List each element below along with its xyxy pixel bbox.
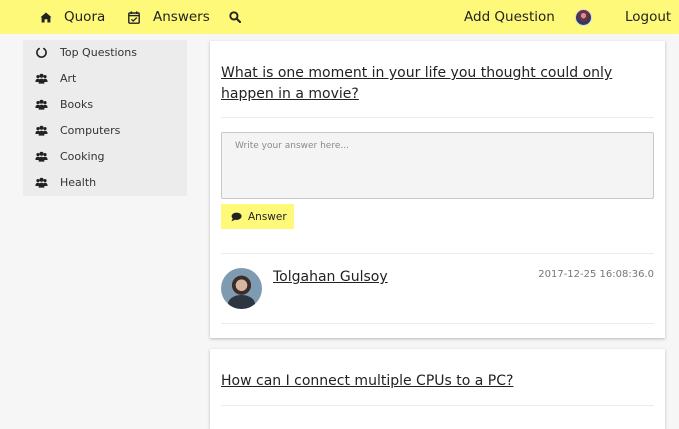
users-icon	[35, 99, 48, 110]
add-question-link[interactable]: Add Question	[464, 0, 555, 34]
question-card: What is one moment in your life you thou…	[210, 41, 665, 338]
nav-answers-link[interactable]: Answers	[128, 0, 210, 34]
answer-input[interactable]	[221, 132, 654, 199]
search-button[interactable]	[229, 0, 241, 34]
users-icon	[35, 73, 48, 84]
users-icon	[35, 177, 48, 188]
circle-notch-icon	[36, 47, 47, 58]
answers-label: Answers	[153, 9, 210, 25]
calendar-check-icon	[128, 10, 140, 24]
sidebar-item-label: Art	[60, 72, 77, 85]
sidebar-item-label: Health	[60, 176, 97, 189]
sidebar-item-top-questions[interactable]: Top Questions	[23, 40, 187, 66]
sidebar-item-art[interactable]: Art	[23, 66, 187, 92]
answer-button-label: Answer	[248, 210, 287, 223]
sidebar-item-health[interactable]: Health	[23, 170, 187, 196]
question-card: How can I connect multiple CPUs to a PC?	[210, 349, 665, 429]
answer-timestamp: 2017-12-25 16:08:36.0	[538, 269, 654, 280]
divider	[221, 405, 654, 406]
users-icon	[35, 151, 48, 162]
logout-link[interactable]: Logout	[625, 0, 671, 34]
author-name-link[interactable]: Tolgahan Gulsoy	[273, 269, 388, 285]
comment-icon	[231, 212, 242, 221]
user-avatar-button[interactable]	[575, 0, 592, 34]
home-icon	[40, 12, 52, 22]
question-title-link[interactable]: How can I connect multiple CPUs to a PC?	[221, 371, 661, 392]
brand-label: Quora	[64, 9, 106, 25]
sidebar-item-label: Books	[60, 98, 94, 111]
sidebar-item-label: Top Questions	[60, 46, 137, 59]
author-avatar[interactable]	[221, 268, 262, 309]
divider	[221, 323, 654, 324]
avatar	[575, 8, 592, 26]
sidebar-item-label: Cooking	[60, 150, 105, 163]
sidebar-item-label: Computers	[60, 124, 121, 137]
sidebar-item-cooking[interactable]: Cooking	[23, 144, 187, 170]
nav-home-link[interactable]: Quora	[40, 0, 105, 34]
add-question-label: Add Question	[464, 9, 555, 25]
logout-label: Logout	[625, 9, 672, 25]
sidebar-item-computers[interactable]: Computers	[23, 118, 187, 144]
search-icon	[229, 11, 241, 23]
answer-button[interactable]: Answer	[221, 204, 294, 229]
sidebar-item-books[interactable]: Books	[23, 92, 187, 118]
users-icon	[35, 125, 48, 136]
divider	[221, 117, 654, 118]
top-navbar: Quora Answers Add Question Logout	[0, 0, 679, 34]
sidebar: Top Questions Art Books Computers Cookin…	[23, 40, 187, 196]
question-title-link[interactable]: What is one moment in your life you thou…	[221, 63, 661, 105]
divider	[221, 253, 654, 254]
